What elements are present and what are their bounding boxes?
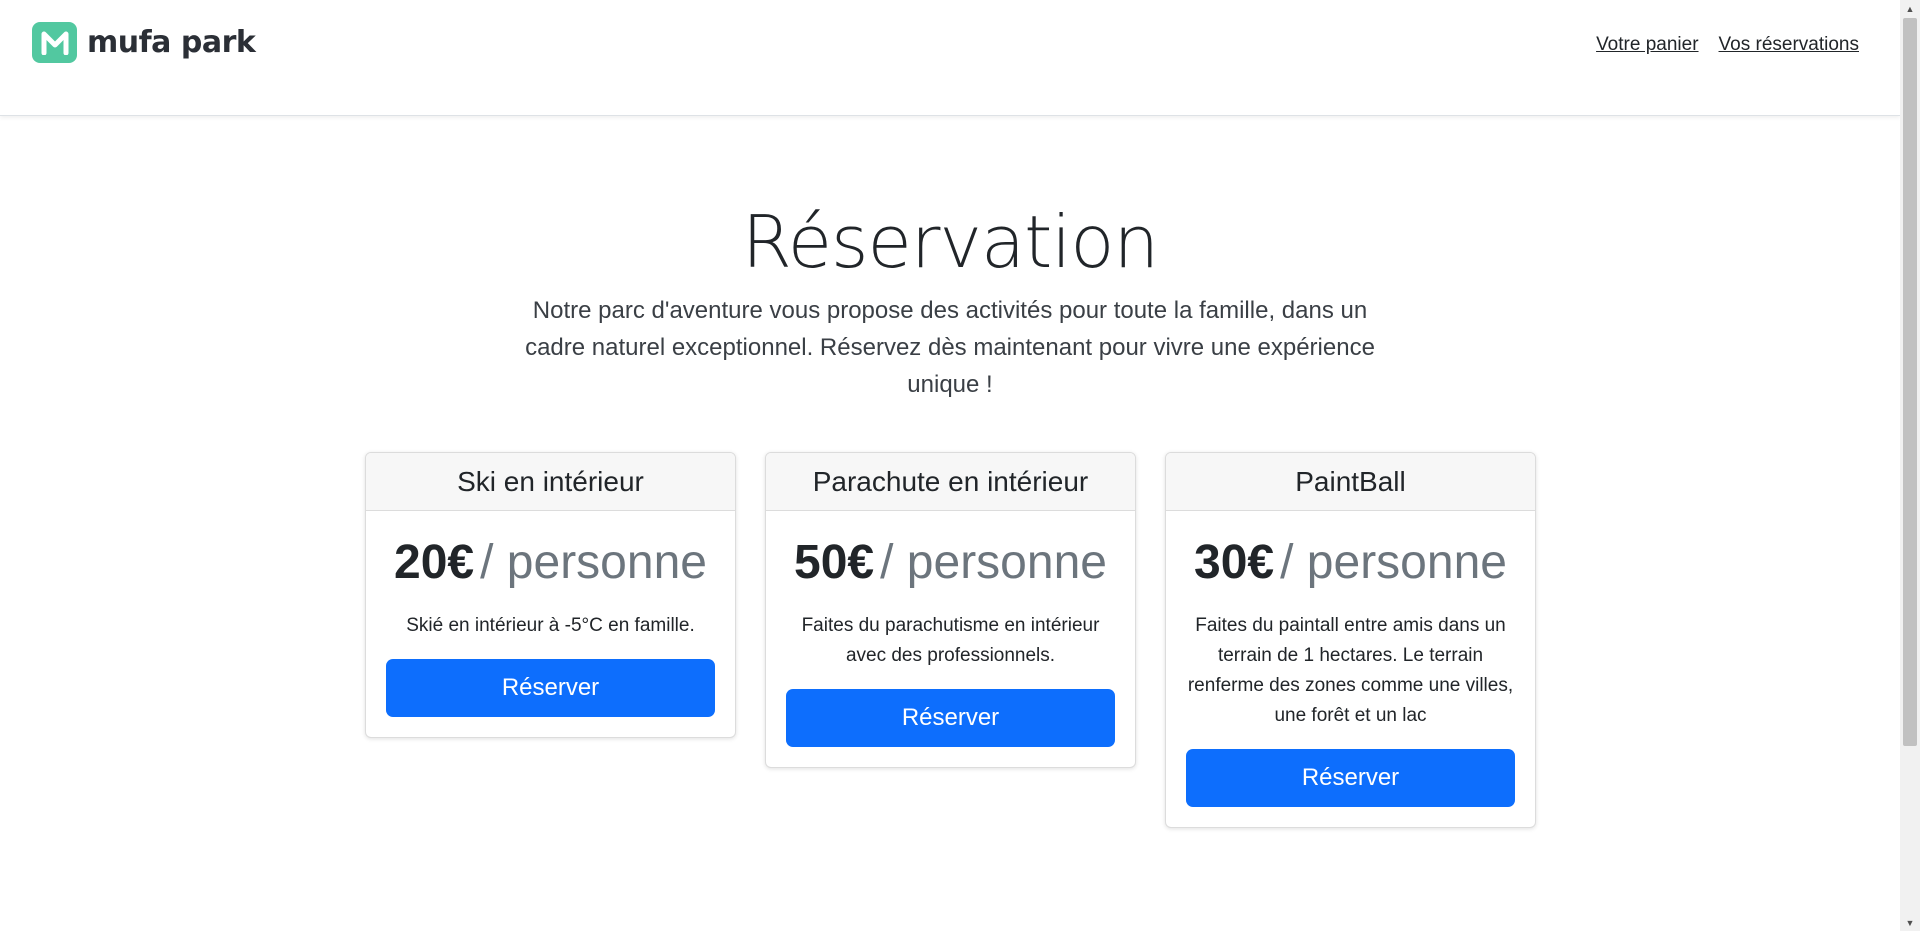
reserve-button-ski[interactable]: Réserver <box>386 659 715 717</box>
card-body: 20€ / personne Skié en intérieur à -5°C e… <box>366 511 735 737</box>
card-title: PaintBall <box>1166 453 1535 511</box>
scroll-down-icon[interactable]: ▼ <box>1900 914 1920 931</box>
reserve-button-parachute[interactable]: Réserver <box>786 689 1115 747</box>
reserve-button-paintball[interactable]: Réserver <box>1186 749 1515 807</box>
brand[interactable]: mufa park <box>32 22 256 63</box>
brand-logo-icon <box>32 22 77 63</box>
price-value: 20€ <box>394 536 475 589</box>
scroll-thumb[interactable] <box>1903 18 1917 746</box>
price-value: 50€ <box>794 536 875 589</box>
card-title: Ski en intérieur <box>366 453 735 511</box>
activity-card-parachute: Parachute en intérieur 50€ / personne Fai… <box>765 452 1136 768</box>
card-body: 30€ / personne Faites du paintall entre a… <box>1166 511 1535 827</box>
page-title: Réservation <box>741 200 1159 284</box>
card-price: 50€ / personne <box>786 533 1115 593</box>
card-description: Faites du parachutisme en intérieur avec… <box>801 615 1100 666</box>
card-description: Faites du paintall entre amis dans un te… <box>1187 615 1514 726</box>
price-unit: / personne <box>480 536 707 589</box>
price-unit: / personne <box>880 536 1107 589</box>
hero-section: Réservation Notre parc d'aventure vous p… <box>0 196 1900 403</box>
price-unit: / personne <box>1280 536 1507 589</box>
brand-name: mufa park <box>87 25 256 60</box>
nav-link-cart[interactable]: Votre panier <box>1596 34 1698 56</box>
nav-links: Votre panier Vos réservations <box>1596 34 1859 56</box>
vertical-scrollbar[interactable]: ▲ ▼ <box>1900 0 1920 931</box>
card-title: Parachute en intérieur <box>766 453 1135 511</box>
activity-card-paintball: PaintBall 30€ / personne Faites du painta… <box>1165 452 1536 828</box>
card-price: 20€ / personne <box>386 533 715 593</box>
card-price: 30€ / personne <box>1186 533 1515 593</box>
page-description: Notre parc d'aventure vous propose des a… <box>525 297 1375 398</box>
scroll-up-icon[interactable]: ▲ <box>1900 0 1920 17</box>
activity-card-ski: Ski en intérieur 20€ / personne Skié en i… <box>365 452 736 738</box>
card-description: Skié en intérieur à -5°C en famille. <box>406 615 695 636</box>
nav-link-reservations[interactable]: Vos réservations <box>1719 34 1859 56</box>
price-value: 30€ <box>1194 536 1275 589</box>
navbar: mufa park Votre panier Vos réservations <box>0 0 1900 116</box>
card-body: 50€ / personne Faites du parachutisme en … <box>766 511 1135 767</box>
